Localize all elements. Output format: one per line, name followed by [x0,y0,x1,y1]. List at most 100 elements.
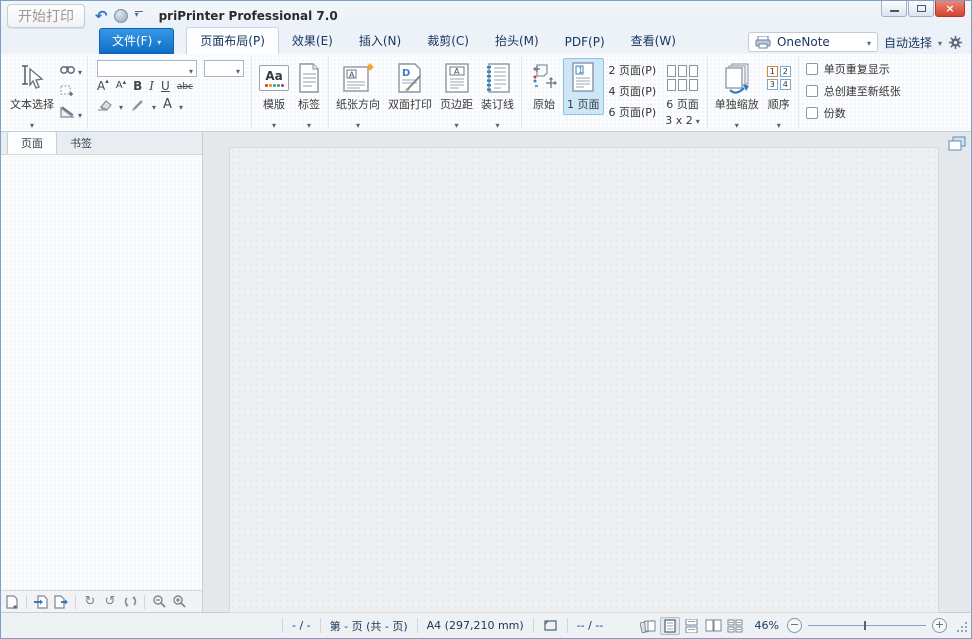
four-pages-button[interactable]: 4 页面(P) [604,81,662,101]
preview-ball-icon[interactable] [114,9,128,23]
rotate-ccw-button[interactable]: ↺ [102,594,118,610]
view-continuous-button[interactable] [682,617,702,635]
group-selection: 文本选择 [3,57,88,129]
tab-pdf[interactable]: PDF(P) [552,31,618,54]
page-thumbnails-panel[interactable] [1,155,202,590]
group-layout: 原始 1 1 页面 2 页面(P) 4 页面(P) 6 页面(P) 6 页面 3… [522,57,708,129]
tags-button[interactable]: 标签 [293,58,325,132]
tab-page-layout[interactable]: 页面布局(P) [186,27,279,54]
chevron-down-icon[interactable] [152,95,156,114]
minimize-button[interactable] [881,1,907,17]
page-overview-icon[interactable] [948,136,966,151]
sidebar: 页面 书签 ↻ ↺ [1,132,203,612]
view-thumbnails-button[interactable] [726,617,746,635]
chevron-down-icon[interactable] [119,95,123,114]
insert-page-before-button[interactable] [33,594,49,610]
quick-access-toolbar: ↶ [95,9,145,24]
group-scale-order: 单独缩放 1 2 3 4 顺序 [708,57,799,129]
font-name-combobox[interactable] [97,60,197,77]
document-canvas[interactable] [203,132,971,612]
chevron-down-icon [78,103,82,122]
margins-button[interactable]: A 页边距 [436,58,477,132]
rotate-180-button[interactable] [122,594,138,610]
gear-icon[interactable] [948,35,963,50]
highlight-button[interactable] [130,99,145,111]
six-pages-button[interactable]: 6 页面(P) [604,102,662,122]
sidebar-tabs: 页面 书签 [1,132,202,155]
paper-orientation-button[interactable]: A 纸张方向 [332,58,384,132]
order-button[interactable]: 1 2 3 4 顺序 [763,58,795,132]
italic-button[interactable]: I [149,80,154,92]
customize-quick-access-icon[interactable] [134,11,145,21]
template-button[interactable]: Aa 模版 [255,58,293,132]
font-color-button[interactable]: A [163,98,172,111]
view-facing-pages-button[interactable] [704,617,724,635]
text-select-button[interactable]: 文本选择 [6,58,58,132]
chevron-down-icon[interactable] [179,95,183,114]
duplex-print-button[interactable]: D 双面打印 [384,58,436,115]
divider [417,618,418,633]
checkbox-create-new-sheet[interactable] [806,85,818,97]
individual-scale-button[interactable]: 单独缩放 [711,58,763,132]
paper-source-dropdown[interactable]: 自动选择 [884,34,932,51]
page-setup-button[interactable] [543,619,558,632]
close-button[interactable]: × [935,1,965,17]
paper-orientation-label: 纸张方向 [336,96,380,112]
view-fan-pages-button[interactable] [638,617,658,635]
checkbox-repeat-single-page[interactable] [806,63,818,75]
chevron-down-icon [189,59,193,78]
sidebar-tab-bookmarks[interactable]: 书签 [57,132,105,154]
maximize-button[interactable] [908,1,934,17]
paper-size-indicator[interactable]: A4 (297,210 mm) [427,619,524,632]
zoom-slider-thumb[interactable] [864,621,866,630]
shrink-font-button[interactable]: A▴ [116,81,126,91]
tab-effects[interactable]: 效果(E) [279,28,346,54]
tab-file[interactable]: 文件(F) [99,28,174,54]
zoom-out-button[interactable]: − [787,618,802,633]
capture-button[interactable] [58,84,84,98]
insert-page-after-button[interactable] [53,594,69,610]
gutter-button[interactable]: 装订线 [477,58,518,132]
tab-insert[interactable]: 插入(N) [346,28,414,54]
find-button[interactable] [58,59,84,80]
divider [26,595,27,609]
selection-tools [58,58,84,124]
zoom-slider[interactable] [808,618,926,633]
start-print-button[interactable]: 开始打印 [7,4,85,28]
strikethrough-button[interactable]: abc [177,83,193,92]
insert-page-before-icon [34,595,48,609]
sidebar-tab-pages[interactable]: 页面 [7,131,57,154]
one-page-button[interactable]: 1 1 页面 [563,58,604,115]
grow-font-button[interactable]: A▴ [97,80,109,92]
chevron-down-icon[interactable] [938,35,942,49]
original-layout-button[interactable]: 原始 [525,58,563,115]
zoom-in-button[interactable]: + [932,618,947,633]
zoom-in-button[interactable] [171,594,187,610]
printer-dropdown[interactable]: OneNote [748,32,878,52]
workspace-area[interactable] [229,147,939,613]
bold-button[interactable]: B [133,80,142,92]
original-layout-label: 原始 [533,96,555,112]
tab-view[interactable]: 查看(W) [618,28,689,54]
measure-button[interactable] [58,102,84,123]
six-pages-grid-label: 6 页面 [666,96,699,112]
tab-letterhead[interactable]: 抬头(M) [482,28,552,54]
underline-button[interactable]: U [161,80,170,92]
clear-format-button[interactable] [97,99,112,111]
zoom-slider-track [808,625,926,626]
new-page-button[interactable] [4,594,20,610]
undo-icon[interactable]: ↶ [95,9,108,24]
font-size-combobox[interactable] [204,60,244,77]
rotate-cw-button[interactable]: ↻ [82,594,98,610]
caret-up-icon: ▴ [105,78,109,85]
page-number-indicator[interactable]: 第 - 页 (共 - 页) [330,618,408,634]
margins-icon: A [444,61,470,95]
zoom-out-button[interactable] [151,594,167,610]
view-single-page-button[interactable] [660,617,680,635]
six-pages-grid-button[interactable]: 6 页面 3 x 2 [661,58,704,130]
checkbox-copies[interactable] [806,107,818,119]
resize-grip[interactable] [955,620,967,632]
tab-crop[interactable]: 裁剪(C) [414,28,482,54]
two-pages-button[interactable]: 2 页面(P) [604,60,662,80]
order-cell-4: 4 [780,79,791,90]
